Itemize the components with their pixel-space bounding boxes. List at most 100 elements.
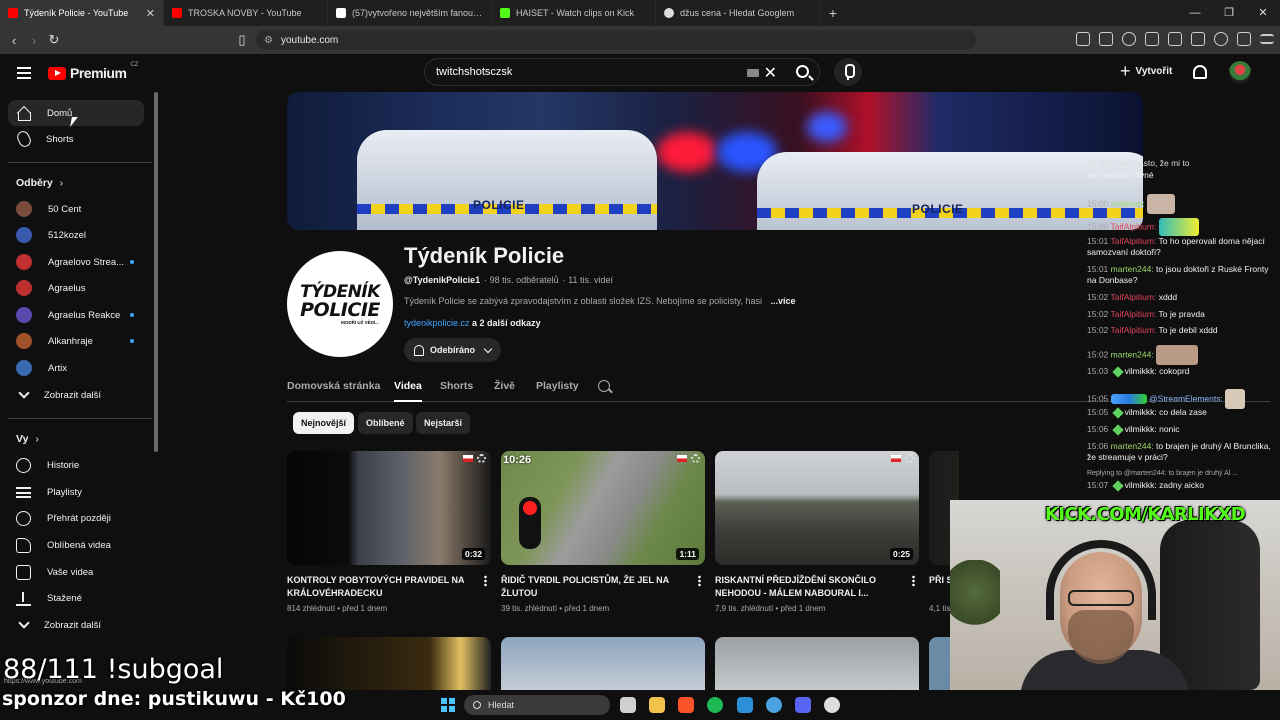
- ccleaner-icon[interactable]: [766, 697, 782, 713]
- browser-tab[interactable]: Týdeník Policie - YouTube ✕: [0, 0, 164, 26]
- file-explorer-icon[interactable]: [649, 697, 665, 713]
- windows-start-icon[interactable]: [441, 698, 455, 712]
- browser-tab[interactable]: HAISET - Watch clips on Kick: [492, 0, 656, 26]
- sidebar-item-subscription[interactable]: Agraelovo Strea...: [8, 249, 144, 275]
- channel-link[interactable]: tydenikpolicie.cz: [404, 318, 470, 328]
- keyboard-icon[interactable]: [747, 69, 759, 77]
- sidebar-item-your-videos[interactable]: Vaše videa: [8, 559, 144, 585]
- channel-search-icon[interactable]: [598, 380, 610, 392]
- sidebar-item-liked-videos[interactable]: Oblíbená videa: [8, 532, 144, 558]
- clear-search-icon[interactable]: ✕: [764, 63, 777, 83]
- sidebar-item-show-more[interactable]: Zobrazit další: [8, 382, 144, 408]
- tab-videos[interactable]: Videa: [394, 380, 422, 402]
- reload-icon[interactable]: ↻: [44, 32, 64, 48]
- back-icon[interactable]: ‹: [4, 33, 24, 48]
- video-card[interactable]: [715, 637, 919, 690]
- chip-oldest[interactable]: Nejstarší: [416, 412, 471, 434]
- sidebar-item-subscription[interactable]: Alkanhraje: [8, 328, 144, 354]
- extensions-icon[interactable]: [1076, 32, 1090, 46]
- tab-home[interactable]: Domovská stránka: [287, 380, 380, 392]
- tab-playlists[interactable]: Playlisty: [536, 380, 579, 392]
- sidebar-item-shorts[interactable]: Shorts: [8, 126, 144, 152]
- bookmark-icon[interactable]: ▯: [232, 32, 252, 48]
- brave-browser-icon[interactable]: [678, 697, 694, 713]
- site-settings-icon[interactable]: ⚙: [264, 35, 273, 46]
- create-button[interactable]: + Vytvořit: [1120, 62, 1172, 80]
- obs-icon[interactable]: [824, 697, 840, 713]
- video-thumbnail[interactable]: [715, 637, 919, 690]
- more-links[interactable]: a 2 další odkazy: [472, 318, 541, 328]
- hamburger-menu-icon[interactable]: [17, 67, 31, 79]
- sidebar-icon[interactable]: [1168, 32, 1182, 46]
- spotify-icon[interactable]: [707, 697, 723, 713]
- video-title[interactable]: RISKANTNÍ PŘEDJÍŽDĚNÍ SKONČILO NEHODOU -…: [715, 574, 901, 600]
- search-input[interactable]: twitchshotsczsk ✕: [424, 58, 820, 86]
- sidebar-item-history[interactable]: Historie: [8, 452, 144, 478]
- video-card[interactable]: [287, 637, 491, 690]
- subgoal-overlay: 88/111 !subgoal: [3, 654, 224, 685]
- video-card[interactable]: 0:25 RISKANTNÍ PŘEDJÍŽDĚNÍ SKONČILO NEHO…: [715, 451, 919, 613]
- close-window-button[interactable]: ✕: [1246, 0, 1280, 26]
- sidebar-item-playlists[interactable]: Playlisty: [8, 479, 144, 505]
- browser-tab[interactable]: TROSKA NOVBY - YouTube: [164, 0, 328, 26]
- video-card[interactable]: [929, 637, 951, 690]
- sidebar-item-subscription[interactable]: Agraelus Reakce: [8, 302, 144, 328]
- channel-description[interactable]: Týdeník Policie se zabývá zpravodajstvím…: [404, 296, 804, 306]
- more-actions-icon[interactable]: [912, 575, 915, 587]
- new-tab-button[interactable]: +: [820, 0, 846, 26]
- browser-tab[interactable]: (57)vytvořeno největším fanouškem: [328, 0, 492, 26]
- download-icon[interactable]: [1122, 32, 1136, 46]
- video-card[interactable]: [501, 637, 705, 690]
- sidebar-item-subscription[interactable]: Artix: [8, 355, 144, 381]
- vpn-icon[interactable]: [1237, 32, 1251, 46]
- discord-icon[interactable]: [795, 697, 811, 713]
- more-actions-icon[interactable]: [484, 575, 487, 587]
- you-heading[interactable]: Vy ›: [16, 433, 39, 445]
- restore-button[interactable]: ❐: [1212, 0, 1246, 26]
- video-card[interactable]: 10:26 1:11 ŘIDIČ TVRDIL POLICISTŮM, ŽE J…: [501, 451, 705, 613]
- minimize-button[interactable]: —: [1178, 0, 1212, 26]
- video-thumbnail[interactable]: [501, 637, 705, 690]
- video-title[interactable]: KONTROLY POBYTOVÝCH PRAVIDEL NA KRÁLOVÉH…: [287, 574, 473, 600]
- photos-icon[interactable]: [737, 697, 753, 713]
- sidebar-item-downloads[interactable]: Stažené: [8, 585, 144, 611]
- ai-icon[interactable]: [1214, 32, 1228, 46]
- search-icon[interactable]: [796, 65, 809, 78]
- wallet-icon[interactable]: [1191, 32, 1205, 46]
- sidebar-item-show-more[interactable]: Zobrazit další: [8, 612, 144, 638]
- sidebar-scrollbar[interactable]: [154, 92, 158, 452]
- video-thumbnail[interactable]: 0:32: [287, 451, 491, 565]
- channel-avatar-large[interactable]: TÝDENÍK POLICIE MODŘÍ UŽ VĚDÍ...: [287, 251, 393, 357]
- video-thumbnail[interactable]: [929, 637, 951, 690]
- subscribed-button[interactable]: Odebíráno: [404, 338, 501, 362]
- account-avatar[interactable]: [1229, 61, 1251, 83]
- tab-live[interactable]: Živě: [494, 380, 515, 392]
- video-card[interactable]: 0:32 KONTROLY POBYTOVÝCH PRAVIDEL NA KRÁ…: [287, 451, 491, 613]
- task-view-icon[interactable]: [620, 697, 636, 713]
- taskbar-search-input[interactable]: Hledat: [464, 695, 610, 715]
- video-thumbnail[interactable]: [287, 637, 491, 690]
- tab-shorts[interactable]: Shorts: [440, 380, 473, 392]
- notifications-bell-icon[interactable]: [1193, 65, 1207, 79]
- sidebar-item-subscription[interactable]: 50 Cent: [8, 196, 144, 222]
- video-title[interactable]: ŘIDIČ TVRDIL POLICISTŮM, ŽE JEL NA ŽLUTO…: [501, 574, 687, 600]
- video-thumbnail[interactable]: 0:25: [715, 451, 919, 565]
- more-actions-icon[interactable]: [698, 575, 701, 587]
- browser-tab[interactable]: džus cena - Hledat Googlem: [656, 0, 820, 26]
- menu-icon[interactable]: [1260, 34, 1274, 44]
- sidebar-item-subscription[interactable]: Agraelus: [8, 275, 144, 301]
- youtube-logo[interactable]: Premium CZ: [48, 62, 138, 81]
- voice-search-icon[interactable]: [834, 58, 862, 86]
- music-icon[interactable]: [1145, 32, 1159, 46]
- tab-close-icon[interactable]: ✕: [146, 7, 155, 20]
- forward-icon[interactable]: ›: [24, 33, 44, 48]
- screenshot-icon[interactable]: [1099, 32, 1113, 46]
- address-bar[interactable]: ⚙ youtube.com: [256, 30, 976, 50]
- video-thumbnail[interactable]: 10:26 1:11: [501, 451, 705, 565]
- subscriptions-heading[interactable]: Odběry ›: [16, 177, 63, 189]
- chip-newest[interactable]: Nejnovější: [293, 412, 355, 434]
- sidebar-item-subscription[interactable]: 512kozel: [8, 222, 144, 248]
- description-more[interactable]: ...více: [771, 296, 796, 306]
- chip-popular[interactable]: Oblíbené: [358, 412, 413, 434]
- sidebar-item-watch-later[interactable]: Přehrát později: [8, 505, 144, 531]
